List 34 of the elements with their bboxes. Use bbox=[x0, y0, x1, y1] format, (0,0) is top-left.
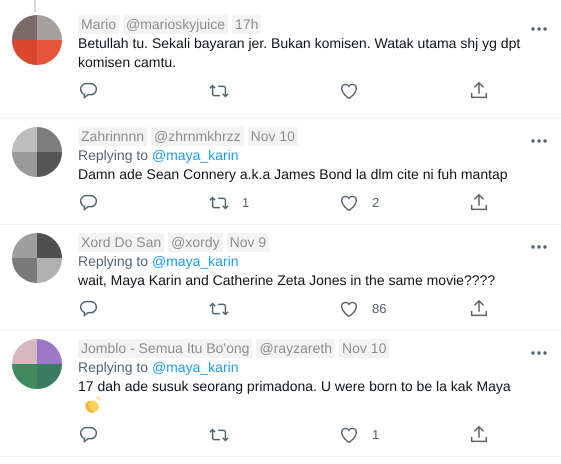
avatar[interactable] bbox=[12, 233, 62, 283]
author-name[interactable]: Mario bbox=[78, 15, 120, 34]
author-name[interactable]: Jomblo - Semua Itu Bo'ong bbox=[78, 339, 252, 358]
mention-link[interactable]: @maya_karin bbox=[152, 253, 239, 269]
author-handle: @rayzareth bbox=[256, 339, 336, 358]
avatar[interactable] bbox=[12, 127, 62, 177]
author-handle: @xordy bbox=[168, 233, 223, 252]
retweet-count: 1 bbox=[242, 194, 250, 212]
author-name[interactable]: Zahrinnnn bbox=[78, 127, 148, 146]
reply-icon[interactable] bbox=[78, 424, 100, 446]
tweet-time: Nov 10 bbox=[339, 339, 390, 358]
reply-icon[interactable] bbox=[78, 298, 100, 320]
avatar[interactable] bbox=[12, 339, 62, 389]
avatar[interactable] bbox=[12, 15, 62, 65]
mention-link[interactable]: @maya_karin bbox=[152, 359, 239, 375]
replying-label: Replying to bbox=[78, 359, 150, 375]
tweet-text: Betullah tu. Sekali bayaran jer. Bukan komisen. Watak utama shj yg dpt komisen camtu. bbox=[78, 35, 520, 70]
author-name[interactable]: Xord Do San bbox=[78, 233, 164, 252]
author-handle: @zhrnmkhrzz bbox=[151, 127, 244, 146]
reply-icon[interactable] bbox=[78, 80, 100, 102]
mention-link[interactable]: @maya_karin bbox=[152, 147, 239, 163]
tweet-text: Damn ade Sean Connery a.k.a James Bond la dlm cite ni fuh mantap bbox=[78, 166, 508, 182]
like-count: 2 bbox=[372, 194, 380, 212]
author-handle: @marioskyjuice bbox=[123, 15, 228, 34]
like-count: 86 bbox=[372, 300, 386, 318]
replying-label: Replying to bbox=[78, 147, 150, 163]
tweet-time: Nov 9 bbox=[226, 233, 270, 252]
replying-label: Replying to bbox=[78, 253, 150, 269]
tweet-time: Nov 10 bbox=[248, 127, 298, 146]
reply-icon[interactable] bbox=[78, 192, 100, 214]
tweet-text: wait, Maya Karin and Catherine Zeta Jones in the same movie???? bbox=[78, 272, 496, 288]
tweet-text: 17 dah ade susuk seorang primadona. U were born to be la kak Maya bbox=[78, 378, 511, 394]
like-count: 1 bbox=[372, 426, 380, 444]
tweet-time: 17h bbox=[232, 15, 262, 34]
